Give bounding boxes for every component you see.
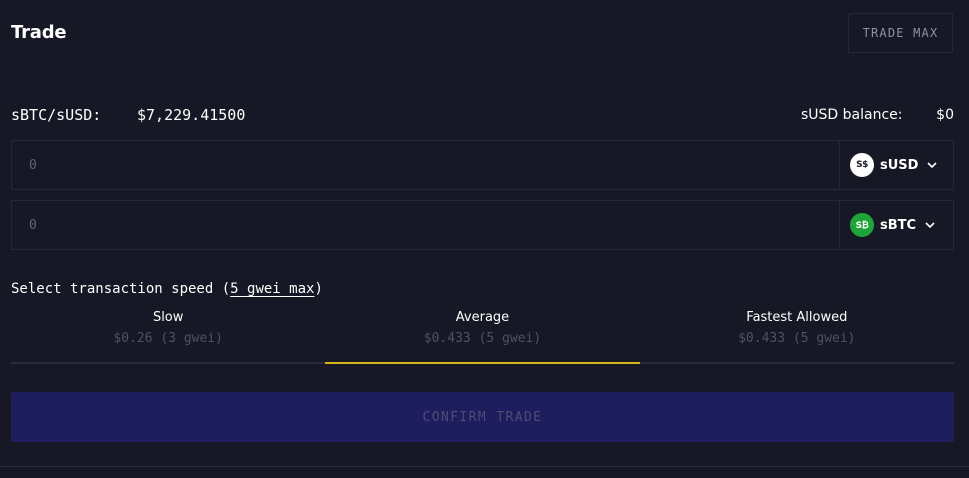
speed-option-title: Fastest Allowed xyxy=(746,310,848,325)
speed-option-slow[interactable]: Slow $0.26 (3 gwei) xyxy=(11,308,325,362)
speed-option-price: $0.26 (3 gwei) xyxy=(113,331,223,346)
sell-amount-input[interactable] xyxy=(12,141,839,189)
speed-option-price: $0.433 (5 gwei) xyxy=(423,331,542,346)
speed-option-title: Slow xyxy=(152,310,184,325)
trade-max-button[interactable]: TRADE MAX xyxy=(848,13,953,53)
balance-label: sUSD balance: xyxy=(801,107,903,123)
buy-token-select[interactable]: S₿ sBTC xyxy=(839,201,953,249)
gas-limit-link[interactable]: 5 gwei max xyxy=(230,281,314,297)
sbtc-icon: S₿ xyxy=(850,213,874,237)
balance-value: $0 xyxy=(936,107,954,123)
sell-token-name: sUSD xyxy=(880,157,919,173)
buy-amount-input[interactable] xyxy=(12,201,839,249)
rate-pair-label: sBTC/sUSD: xyxy=(11,106,102,124)
speed-label-suffix: ) xyxy=(314,281,323,297)
confirm-trade-button[interactable]: CONFIRM TRADE xyxy=(11,392,954,442)
speed-tabs: Slow $0.26 (3 gwei) Average $0.433 (5 gw… xyxy=(11,308,954,364)
sell-token-select[interactable]: S$ sUSD xyxy=(839,141,953,189)
buy-amount-row: S₿ sBTC xyxy=(11,200,954,250)
chevron-down-icon xyxy=(927,160,938,170)
rate-value: $7,229.41500 xyxy=(137,106,246,124)
speed-option-fastest[interactable]: Fastest Allowed $0.433 (5 gwei) xyxy=(640,308,954,362)
susd-icon: S$ xyxy=(850,153,874,177)
buy-token-name: sBTC xyxy=(880,217,917,233)
sell-amount-row: S$ sUSD xyxy=(11,140,954,190)
speed-label-prefix: Select transaction speed ( xyxy=(11,281,231,297)
speed-label: Select transaction speed (5 gwei max) xyxy=(11,281,323,297)
speed-option-price: $0.433 (5 gwei) xyxy=(738,331,856,346)
divider xyxy=(0,466,969,467)
page-title: Trade xyxy=(11,22,67,43)
chevron-down-icon xyxy=(925,220,935,230)
speed-option-title: Average xyxy=(455,310,510,325)
speed-option-average[interactable]: Average $0.433 (5 gwei) xyxy=(325,308,640,364)
